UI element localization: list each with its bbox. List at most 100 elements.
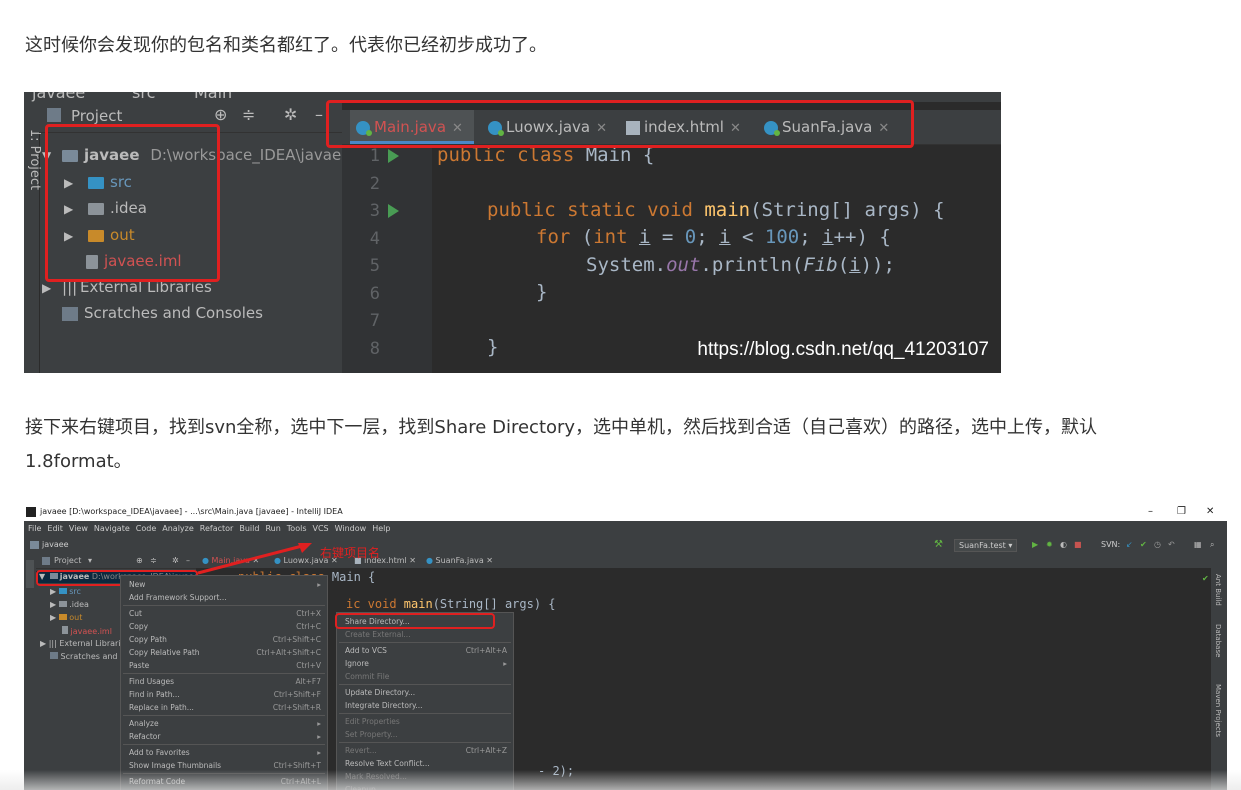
menu-refactor[interactable]: Refactor xyxy=(200,524,234,533)
debug-icon[interactable]: ✹ xyxy=(1046,536,1053,554)
menu-item-commit-file[interactable]: Commit File xyxy=(337,670,513,683)
search-icon[interactable]: ⌕ xyxy=(1210,536,1214,554)
chevron-down-icon[interactable]: ▾ xyxy=(88,554,92,568)
window-title: javaee [D:\workspace_IDEA\javaee] - ...\… xyxy=(40,507,343,516)
menu-item-ignore[interactable]: Ignore ▸ xyxy=(337,657,513,670)
minimize-button[interactable]: – xyxy=(1148,503,1153,521)
project-icon xyxy=(47,108,61,122)
menu-item-copy-relative-path[interactable]: Copy Relative Path Ctrl+Alt+Shift+C xyxy=(121,646,327,659)
menu-item-copy[interactable]: Copy Ctrl+C xyxy=(121,620,327,633)
ant-build-tab[interactable]: Ant Build xyxy=(1214,574,1222,606)
close-button[interactable]: ✕ xyxy=(1206,503,1214,521)
maximize-button[interactable]: ❐ xyxy=(1177,503,1186,521)
tree-item-scratches[interactable]: Scratches and xyxy=(50,652,118,661)
menu-item-copy-path[interactable]: Copy Path Ctrl+Shift+C xyxy=(121,633,327,646)
menu-code[interactable]: Code xyxy=(136,524,156,533)
strip-label[interactable]: 1: Project xyxy=(27,129,42,190)
collapse-icon[interactable]: ≑ xyxy=(150,554,157,568)
menu-item-refactor[interactable]: Refactor ▸ xyxy=(121,730,327,743)
tree-item-iml[interactable]: javaee.iml xyxy=(62,626,112,636)
menu-edit[interactable]: Edit xyxy=(47,524,63,533)
menu-build[interactable]: Build xyxy=(239,524,259,533)
stop-icon[interactable]: ■ xyxy=(1074,536,1082,554)
menu-item-add-to-vcs[interactable]: Add to VCS Ctrl+Alt+A xyxy=(337,644,513,657)
menu-item-new[interactable]: New ▸ xyxy=(121,578,327,591)
project-header-label[interactable]: Project xyxy=(54,554,81,568)
svn-update-icon[interactable]: ↙ xyxy=(1126,536,1133,554)
tree-item-out[interactable]: ▶ out xyxy=(50,613,82,622)
menu-tools[interactable]: Tools xyxy=(287,524,307,533)
breadcrumb-item[interactable]: Main xyxy=(194,92,232,102)
menu-item-edit-properties[interactable]: Edit Properties xyxy=(337,715,513,728)
hide-icon[interactable]: – xyxy=(186,554,190,568)
menu-window[interactable]: Window xyxy=(335,524,367,533)
project-header-label[interactable]: Project xyxy=(71,107,122,125)
project-structure-icon[interactable]: ▦ xyxy=(1194,536,1202,554)
line-number: 7 xyxy=(369,311,380,331)
menu-separator xyxy=(123,605,325,606)
menu-item-add-framework-support[interactable]: Add Framework Support... xyxy=(121,591,327,604)
menu-separator xyxy=(339,742,511,743)
locate-icon[interactable]: ⊕ xyxy=(214,105,227,124)
locate-icon[interactable]: ⊕ xyxy=(136,554,143,568)
svn-commit-icon[interactable]: ✔ xyxy=(1140,536,1147,554)
paragraph-instructions-line2: 1.8format。 xyxy=(25,451,132,472)
collapse-icon[interactable]: ≑ xyxy=(242,105,255,124)
menu-analyze[interactable]: Analyze xyxy=(162,524,194,533)
project-tool-button[interactable] xyxy=(26,560,34,588)
revert-icon[interactable]: ↶ xyxy=(1168,536,1175,554)
tool-window-strip: 1: Project xyxy=(24,102,42,373)
gear-icon[interactable]: ✲ xyxy=(284,105,297,124)
build-hammer-icon[interactable]: ⚒ xyxy=(934,536,943,554)
scratch-icon xyxy=(50,652,58,659)
run-gutter-icon[interactable] xyxy=(388,149,399,163)
menu-separator xyxy=(123,744,325,745)
tree-item-scratches[interactable]: Scratches and Consoles xyxy=(62,304,263,322)
run-gutter-icon[interactable] xyxy=(388,204,399,218)
menu-help[interactable]: Help xyxy=(372,524,390,533)
run-config-select[interactable]: SuanFa.test ▾ xyxy=(954,539,1018,552)
chevron-right-icon[interactable]: ▶ xyxy=(42,281,51,295)
menu-file[interactable]: File xyxy=(28,524,41,533)
tree-item-idea[interactable]: ▶ .idea xyxy=(50,600,89,609)
menu-separator xyxy=(123,715,325,716)
editor-gutter xyxy=(342,144,432,373)
menu-item-set-property[interactable]: Set Property... xyxy=(337,728,513,741)
tool-window-strip xyxy=(24,554,36,790)
tab-suanfa-java[interactable]: ● SuanFa.java ✕ xyxy=(426,554,493,568)
tree-item-external-libraries[interactable]: ▶ ||| External Librari xyxy=(40,639,121,648)
code-line-3: ic void main(String[] args) { xyxy=(346,597,556,611)
menu-item-label: Find in Path... xyxy=(129,690,180,699)
coverage-icon[interactable]: ◐ xyxy=(1060,536,1067,554)
history-icon[interactable]: ◷ xyxy=(1154,536,1161,554)
menu-vcs[interactable]: VCS xyxy=(313,524,329,533)
menu-item-integrate-directory[interactable]: Integrate Directory... xyxy=(337,699,513,712)
menu-item-update-directory[interactable]: Update Directory... xyxy=(337,686,513,699)
menu-item-resolve-text-conflict[interactable]: Resolve Text Conflict... xyxy=(337,757,513,770)
project-panel-header: Project ▾ ⊕ ≑ ✲ – xyxy=(36,554,196,569)
menu-item-shortcut: Alt+F7 xyxy=(295,677,321,686)
menu-item-label: New xyxy=(129,580,146,589)
menu-item-replace-in-path[interactable]: Replace in Path... Ctrl+Shift+R xyxy=(121,701,327,714)
breadcrumb-item[interactable]: src xyxy=(132,92,155,102)
run-icon[interactable]: ▶ xyxy=(1032,536,1038,554)
menu-item-add-to-favorites[interactable]: Add to Favorites ▸ xyxy=(121,746,327,759)
maven-projects-tab[interactable]: Maven Projects xyxy=(1214,684,1222,737)
gear-icon[interactable]: ✲ xyxy=(172,554,179,568)
file-icon xyxy=(62,626,68,634)
menu-navigate[interactable]: Navigate xyxy=(94,524,130,533)
menu-item-cut[interactable]: Cut Ctrl+X xyxy=(121,607,327,620)
menu-item-find-usages[interactable]: Find Usages Alt+F7 xyxy=(121,675,327,688)
menu-item-revert[interactable]: Revert... Ctrl+Alt+Z xyxy=(337,744,513,757)
menu-run[interactable]: Run xyxy=(265,524,280,533)
menu-item-paste[interactable]: Paste Ctrl+V xyxy=(121,659,327,672)
menu-item-analyze[interactable]: Analyze ▸ xyxy=(121,717,327,730)
breadcrumb-item[interactable]: javaee xyxy=(32,92,85,102)
database-tab[interactable]: Database xyxy=(1214,624,1222,657)
breadcrumb-item[interactable]: javaee xyxy=(42,536,69,554)
tree-item-src[interactable]: ▶ src xyxy=(50,587,81,596)
menu-view[interactable]: View xyxy=(69,524,88,533)
hide-icon[interactable]: – xyxy=(315,105,323,124)
menu-item-find-in-path[interactable]: Find in Path... Ctrl+Shift+F xyxy=(121,688,327,701)
menu-item-create-external[interactable]: Create External... xyxy=(337,628,513,641)
